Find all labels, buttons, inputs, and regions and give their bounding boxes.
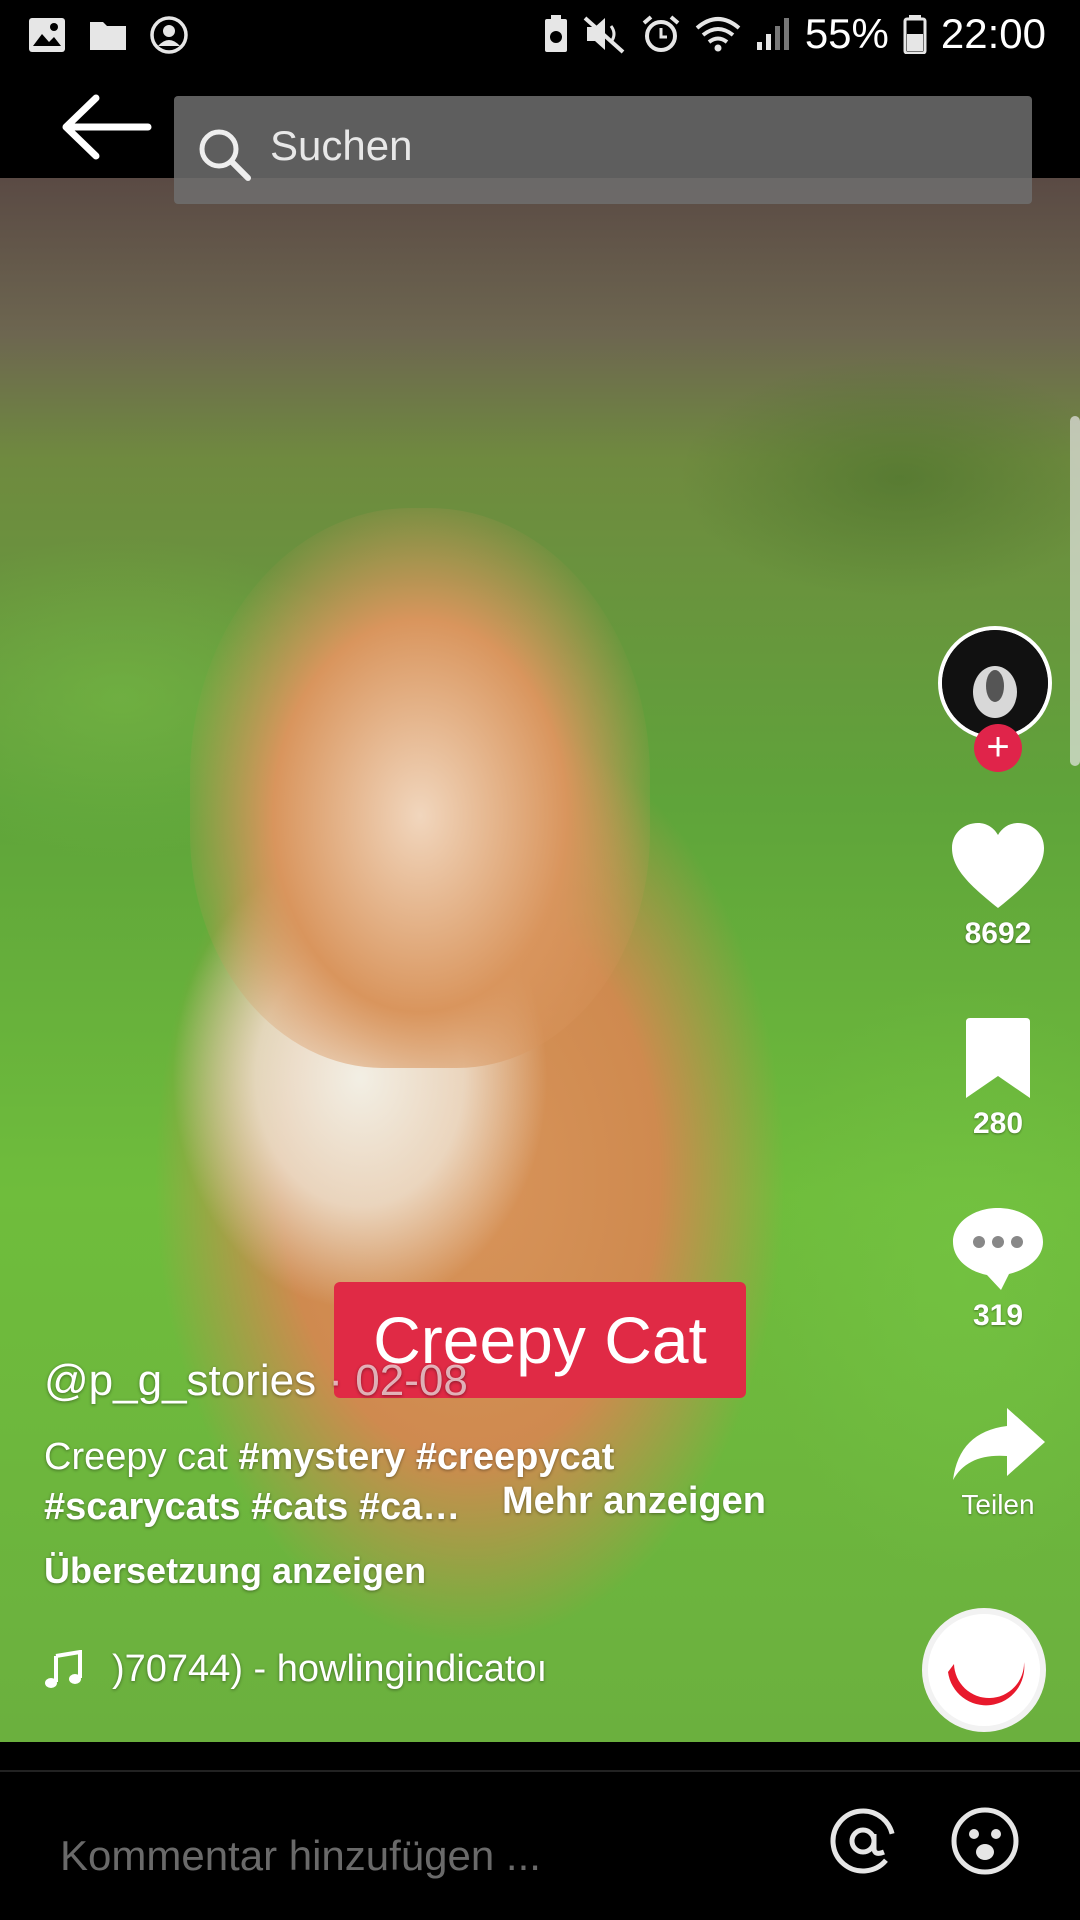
share-arrow-icon: [953, 1408, 1045, 1480]
comment-bar: Kommentar hinzufügen ...: [0, 1742, 1080, 1920]
back-arrow-icon[interactable]: [56, 94, 156, 160]
like-count: 8692: [964, 917, 1032, 950]
caption-hashtags-2[interactable]: #scarycats #cats #ca…: [44, 1486, 460, 1528]
music-disc[interactable]: [922, 1608, 1046, 1732]
battery-icon: [903, 15, 927, 54]
like-button[interactable]: 8692: [940, 820, 1056, 951]
cat-image: [190, 508, 650, 1068]
comment-button[interactable]: 319: [940, 1204, 1056, 1333]
share-label: Teilen: [961, 1489, 1035, 1520]
mention-at-icon[interactable]: [828, 1806, 898, 1876]
emoji-icon[interactable]: [950, 1806, 1020, 1876]
search-icon: [199, 129, 251, 181]
battery-percent: 55%: [804, 10, 889, 57]
caption-text: Creepy cat: [44, 1436, 239, 1478]
bookmark-icon: [966, 1018, 1030, 1098]
share-button[interactable]: Teilen: [940, 1404, 1056, 1521]
music-row[interactable]: )70744) - howlingindicatoı: [44, 1648, 547, 1691]
heart-icon: [952, 823, 1044, 908]
divider: [0, 1770, 1080, 1772]
creator-avatar[interactable]: [938, 626, 1052, 740]
alarm-icon: [642, 15, 680, 52]
status-bar: 55% 22:00: [0, 0, 1080, 72]
battery-saver-icon: [544, 15, 567, 52]
sound-disc-icon: [928, 1614, 1040, 1726]
caption-hashtags-1[interactable]: #mystery #creepycat: [238, 1436, 614, 1478]
translate-link[interactable]: Übersetzung anzeigen: [44, 1550, 426, 1592]
author-username[interactable]: @p_g_stories: [44, 1356, 316, 1405]
scroll-handle[interactable]: [1070, 416, 1080, 766]
music-note-icon: [45, 1649, 82, 1688]
gallery-icon: [29, 18, 65, 52]
post-date: · 02-08: [328, 1356, 468, 1405]
save-count: 280: [972, 1107, 1024, 1140]
wifi-icon: [695, 17, 741, 52]
mute-icon: [583, 16, 625, 54]
account-circle-icon: [150, 16, 188, 54]
save-button[interactable]: 280: [940, 1016, 1056, 1141]
top-bar: Suchen: [0, 72, 1080, 204]
comment-count: 319: [972, 1299, 1024, 1332]
avatar-image: [942, 630, 1048, 736]
folder-icon: [90, 22, 126, 50]
signal-icon: [756, 18, 789, 50]
comment-input[interactable]: Kommentar hinzufügen ...: [60, 1832, 541, 1880]
comment-bubble-icon: [953, 1208, 1043, 1290]
clock: 22:00: [940, 10, 1046, 57]
search-placeholder: Suchen: [270, 122, 413, 169]
show-more-link[interactable]: Mehr anzeigen: [502, 1480, 766, 1523]
follow-plus-button[interactable]: +: [974, 724, 1022, 772]
author-line: @p_g_stories · 02-08: [44, 1356, 468, 1406]
music-title: )70744) - howlingindicatoı: [112, 1648, 548, 1690]
search-input[interactable]: Suchen: [174, 96, 1032, 204]
